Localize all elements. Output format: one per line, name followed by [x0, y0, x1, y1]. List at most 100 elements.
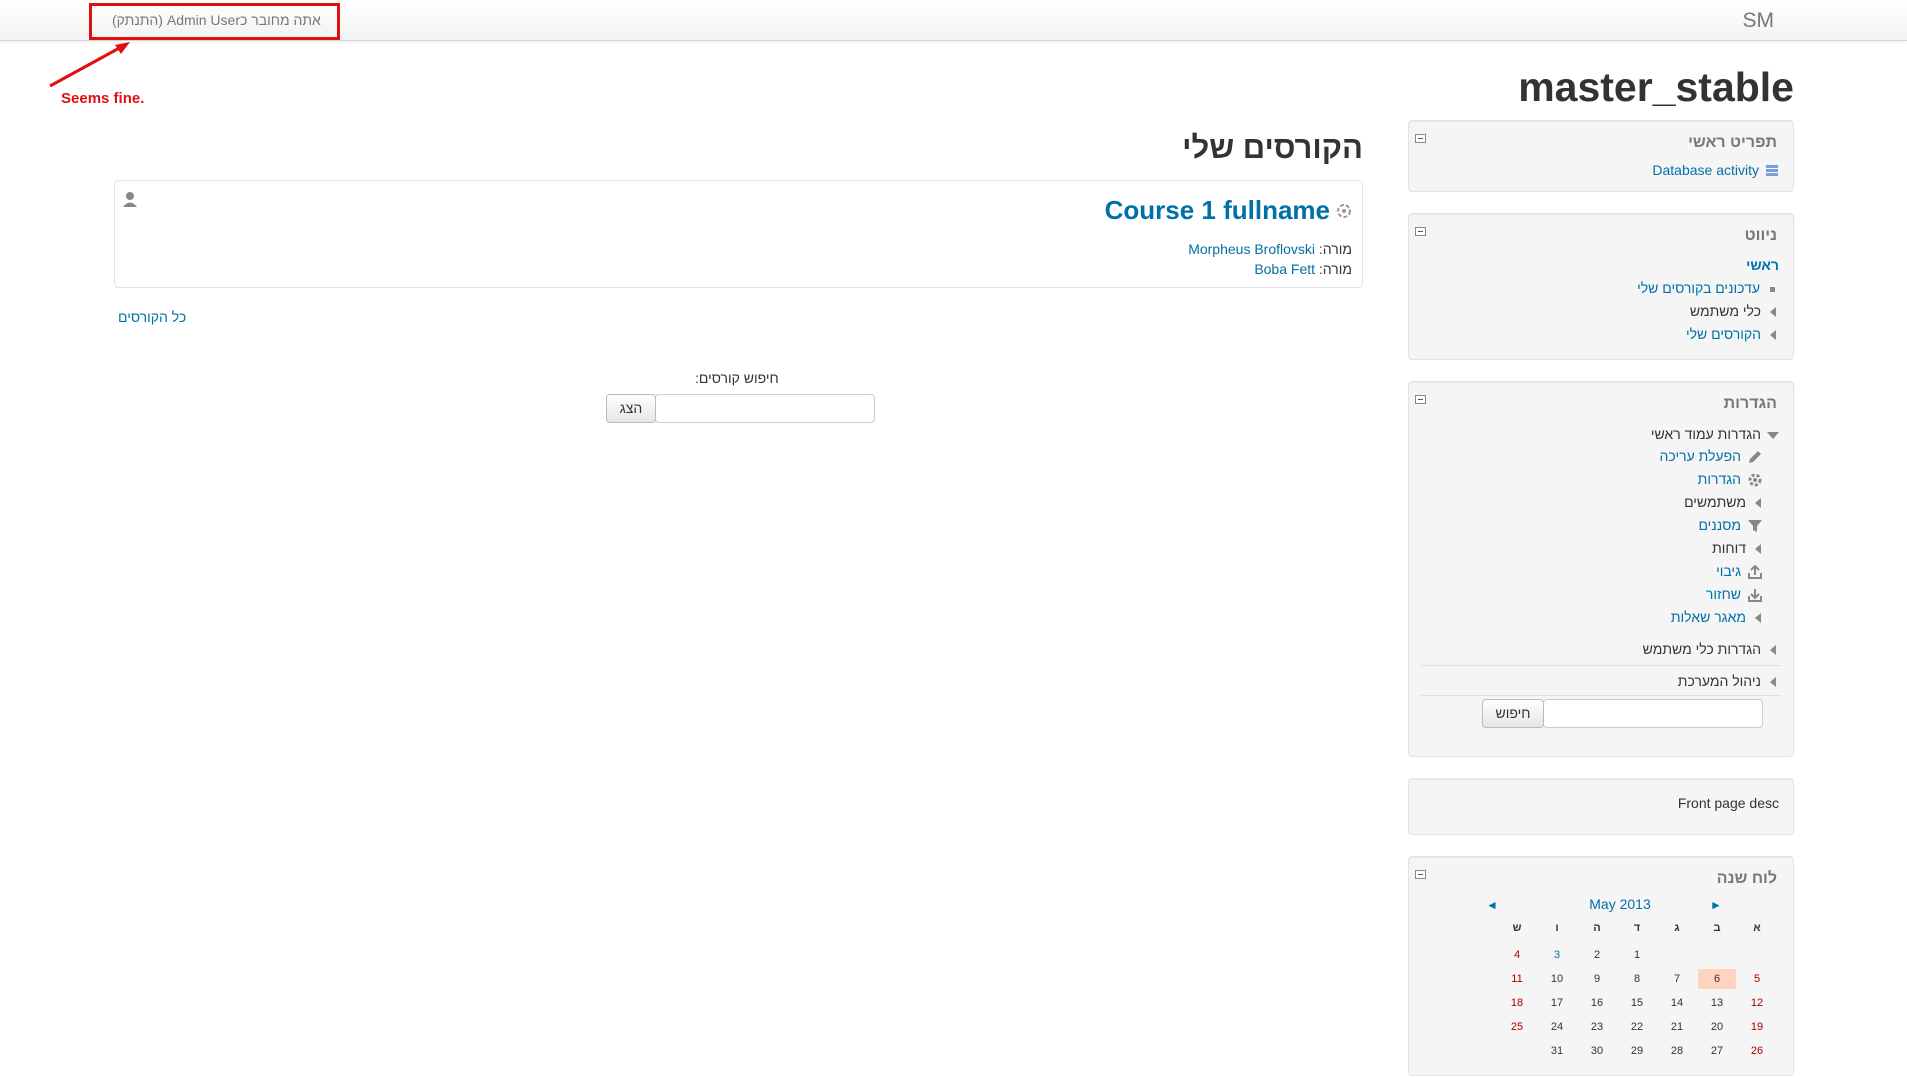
calendar-day: 8 [1633, 973, 1641, 985]
main-menu-item-database-activity[interactable]: Database activity [1652, 162, 1779, 178]
teacher-link[interactable]: Boba Fett [1254, 261, 1315, 277]
calendar-day: 31 [1550, 1045, 1564, 1057]
site-brand[interactable]: SM [1743, 9, 1775, 33]
nav-item-my-courses[interactable]: הקורסים שלי [1686, 326, 1776, 342]
calendar-day: 13 [1710, 997, 1724, 1009]
calendar-day-name: ו [1555, 922, 1559, 934]
settings-item-restore[interactable]: שחזור [1706, 586, 1763, 603]
calendar-day: 4 [1513, 949, 1521, 961]
calendar-day: 28 [1670, 1045, 1684, 1057]
nav-home[interactable]: ראשי [1746, 257, 1779, 273]
calendar-day: 20 [1710, 1021, 1724, 1033]
nav-item-label[interactable]: עדכונים בקורסים שלי [1637, 280, 1760, 296]
calendar-day: 19 [1750, 1021, 1764, 1033]
calendar-day: 16 [1590, 997, 1604, 1009]
nav-item-course-updates[interactable]: עדכונים בקורסים שלי [1637, 280, 1775, 296]
page-title: הקורסים שלי [1182, 130, 1363, 165]
restore-icon [1748, 589, 1762, 603]
collapse-icon[interactable] [1415, 395, 1426, 404]
block-title: תפריט ראשי [1688, 134, 1777, 151]
settings-frontpage-label[interactable]: הגדרות עמוד ראשי [1651, 426, 1761, 442]
calendar-day-name: ב [1713, 922, 1721, 934]
calendar-day: 6 [1698, 969, 1736, 989]
settings-site-admin-label[interactable]: ניהול המערכת [1678, 673, 1761, 689]
calendar-day: 5 [1753, 973, 1761, 985]
collapsed-arrow-icon [1770, 307, 1776, 318]
collapse-icon[interactable] [1415, 227, 1426, 236]
teacher-link[interactable]: Morpheus Broflovski [1188, 241, 1315, 257]
user-icon [123, 192, 137, 207]
nav-item-user-tools[interactable]: כלי משתמש [1690, 303, 1776, 319]
calendar-day: 30 [1590, 1045, 1604, 1057]
settings-user-tools-label[interactable]: הגדרות כלי משתמש [1643, 641, 1761, 657]
course-name-link[interactable]: Course 1 fullname [1105, 195, 1330, 226]
calendar-day[interactable]: 3 [1538, 945, 1576, 965]
calendar-day: 17 [1550, 997, 1564, 1009]
settings-search-button[interactable]: חיפוש [1482, 699, 1544, 728]
course-search-input[interactable] [655, 394, 875, 423]
nav-home-link[interactable]: ראשי [1746, 257, 1779, 273]
collapsed-arrow-icon [1770, 677, 1776, 688]
square-bullet-icon [1770, 286, 1775, 292]
settings-search-input[interactable] [1543, 699, 1763, 728]
block-title: הגדרות [1723, 395, 1777, 412]
settings-item-label[interactable]: מאגר שאלות [1671, 609, 1746, 625]
calendar-day-name: ד [1633, 922, 1641, 934]
settings-user-tools[interactable]: הגדרות כלי משתמש [1643, 641, 1776, 657]
settings-item-question-bank[interactable]: מאגר שאלות [1671, 609, 1761, 625]
calendar-day: 29 [1630, 1045, 1644, 1057]
calendar-day: 1 [1633, 949, 1641, 961]
settings-item-label[interactable]: הפעלת עריכה [1660, 448, 1741, 464]
collapsed-arrow-icon [1755, 544, 1761, 555]
settings-item-edit[interactable]: הפעלת עריכה [1660, 448, 1763, 465]
filter-icon [1748, 520, 1762, 533]
settings-frontpage[interactable]: הגדרות עמוד ראשי [1651, 426, 1779, 442]
navigation-block: ניווט ראשי עדכונים בקורסים שלי כלי משתמש… [1408, 213, 1794, 360]
calendar-day: 22 [1630, 1021, 1644, 1033]
settings-item-label[interactable]: גיבוי [1716, 563, 1741, 579]
settings-item-label[interactable]: דוחות [1712, 540, 1746, 556]
settings-item-settings[interactable]: הגדרות [1698, 471, 1763, 488]
teacher-label: מורה: [1318, 261, 1352, 277]
course-search-button[interactable]: הצג [606, 394, 656, 423]
front-page-desc-text: Front page desc [1677, 795, 1779, 811]
divider [1421, 695, 1781, 696]
collapse-icon[interactable] [1415, 134, 1426, 143]
gear-icon [1748, 473, 1762, 487]
database-icon [1766, 165, 1778, 177]
calendar-day: 26 [1750, 1045, 1764, 1057]
calendar-day: 7 [1673, 973, 1681, 985]
settings-block: הגדרות הגדרות עמוד ראשי הפעלת עריכה הגדר… [1408, 381, 1794, 757]
settings-item-reports[interactable]: דוחות [1712, 540, 1761, 556]
annotation-text: Seems fine. [61, 90, 145, 107]
settings-item-backup[interactable]: גיבוי [1716, 563, 1763, 580]
nav-item-label[interactable]: כלי משתמש [1690, 303, 1761, 319]
settings-item-users[interactable]: משתמשים [1684, 494, 1761, 510]
course-visibility-icon [1337, 204, 1351, 218]
main-menu-block: תפריט ראשי Database activity [1408, 120, 1794, 192]
teacher-label: מורה: [1318, 241, 1352, 257]
calendar-month-link[interactable]: May 2013 [1570, 896, 1670, 912]
settings-site-admin[interactable]: ניהול המערכת [1678, 673, 1776, 689]
calendar-day: 2 [1593, 949, 1601, 961]
settings-item-label[interactable]: הגדרות [1698, 471, 1741, 487]
database-activity-link[interactable]: Database activity [1652, 162, 1759, 178]
collapsed-arrow-icon [1770, 645, 1776, 656]
settings-item-label[interactable]: שחזור [1706, 586, 1741, 602]
calendar-day-name: ה [1593, 922, 1601, 934]
calendar-next-arrow-icon[interactable]: ► [1710, 898, 1722, 912]
settings-item-label[interactable]: מסננים [1698, 517, 1741, 533]
settings-item-filters[interactable]: מסננים [1698, 517, 1763, 534]
all-courses-link[interactable]: כל הקורסים [118, 309, 186, 325]
collapsed-arrow-icon [1755, 498, 1761, 509]
site-title: master_stable [1518, 64, 1794, 110]
settings-item-label[interactable]: משתמשים [1684, 494, 1746, 510]
calendar-day: 24 [1550, 1021, 1564, 1033]
pencil-icon [1749, 451, 1761, 464]
calendar-grid: ◄ May 2013 ► א ב ג ד ה ו ש 1 2 3 4 5 6 7 8 9 10 11 12 13 14 1… [1409, 857, 1793, 1077]
calendar-day: 11 [1511, 973, 1523, 985]
annotation-arrow-icon [49, 42, 130, 88]
front-page-desc-block: Front page desc [1408, 778, 1794, 835]
nav-item-label[interactable]: הקורסים שלי [1686, 326, 1761, 342]
calendar-prev-arrow-icon[interactable]: ◄ [1486, 898, 1498, 912]
